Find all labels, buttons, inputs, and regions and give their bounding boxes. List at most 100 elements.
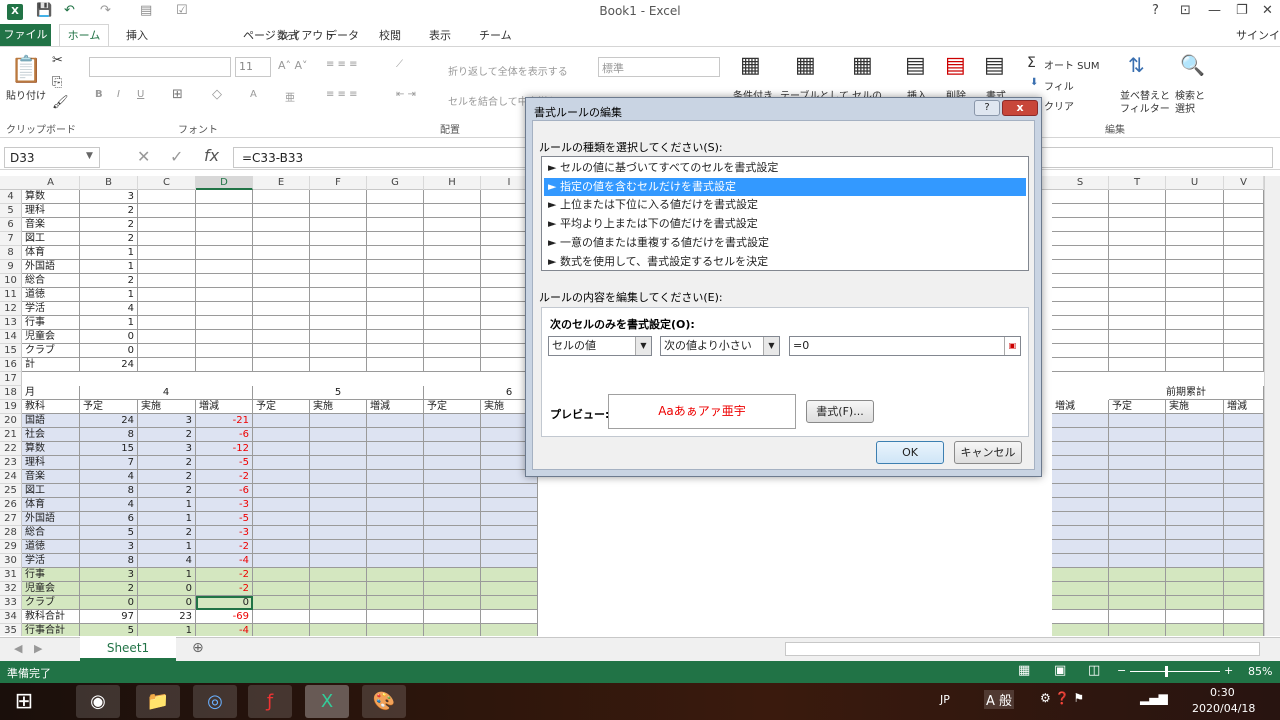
cell[interactable]: [1166, 358, 1224, 372]
row-header[interactable]: 35: [0, 624, 22, 636]
cell[interactable]: [1052, 624, 1109, 636]
column-header[interactable]: G: [367, 176, 424, 190]
cell[interactable]: [424, 288, 481, 302]
cell[interactable]: [310, 246, 367, 260]
cell[interactable]: [481, 540, 538, 554]
cell[interactable]: [310, 442, 367, 456]
row-header[interactable]: 24: [0, 470, 22, 484]
cell[interactable]: [310, 232, 367, 246]
cell[interactable]: [1224, 204, 1264, 218]
page-layout-view-icon[interactable]: ▣: [1054, 663, 1066, 678]
cell[interactable]: 0: [138, 582, 196, 596]
cell[interactable]: 増減: [196, 400, 253, 414]
row-header[interactable]: 31: [0, 568, 22, 582]
cell[interactable]: 5: [80, 624, 138, 636]
cell[interactable]: 2: [80, 582, 138, 596]
cell[interactable]: [1224, 540, 1264, 554]
column-header[interactable]: V: [1224, 176, 1264, 190]
cell[interactable]: [1109, 344, 1166, 358]
cell[interactable]: 総合: [22, 274, 80, 288]
cell[interactable]: [367, 582, 424, 596]
cell[interactable]: [1224, 232, 1264, 246]
cell[interactable]: [253, 512, 310, 526]
cell[interactable]: [1052, 190, 1109, 204]
align-top-icon[interactable]: ≡ ≡ ≡: [326, 59, 358, 70]
cell[interactable]: [1052, 414, 1109, 428]
clock-time[interactable]: 0:30: [1210, 686, 1235, 699]
cell[interactable]: 増減: [367, 400, 424, 414]
cell[interactable]: 4: [80, 498, 138, 512]
row-header[interactable]: 19: [0, 400, 22, 414]
cell[interactable]: [1166, 204, 1224, 218]
cell[interactable]: -69: [196, 610, 253, 624]
cell[interactable]: 6: [80, 512, 138, 526]
cell[interactable]: [1109, 554, 1166, 568]
cell[interactable]: -2: [196, 582, 253, 596]
font-color-icon[interactable]: A: [250, 89, 257, 100]
cell[interactable]: 0: [138, 596, 196, 610]
cell[interactable]: [424, 596, 481, 610]
row-header[interactable]: 11: [0, 288, 22, 302]
row-header[interactable]: 20: [0, 414, 22, 428]
cell[interactable]: [424, 610, 481, 624]
cell[interactable]: [424, 428, 481, 442]
cell[interactable]: 行事合計: [22, 624, 80, 636]
cell[interactable]: [424, 190, 481, 204]
cell[interactable]: [138, 302, 196, 316]
cell[interactable]: [1109, 582, 1166, 596]
cell[interactable]: 理科: [22, 204, 80, 218]
cell[interactable]: 2: [138, 428, 196, 442]
cell[interactable]: [1109, 470, 1166, 484]
cell[interactable]: [253, 554, 310, 568]
cell[interactable]: [310, 610, 367, 624]
cell[interactable]: [367, 540, 424, 554]
indent-icon[interactable]: ⇤ ⇥: [396, 89, 416, 100]
cell[interactable]: 学活: [22, 554, 80, 568]
format-cells-icon[interactable]: ▤: [984, 53, 1005, 78]
cell[interactable]: [1224, 596, 1264, 610]
cell[interactable]: [196, 246, 253, 260]
cell[interactable]: 1: [80, 288, 138, 302]
cell[interactable]: [424, 414, 481, 428]
cell[interactable]: [1166, 414, 1224, 428]
cell[interactable]: [138, 204, 196, 218]
cell-styles-icon[interactable]: ▦: [852, 53, 873, 78]
cell[interactable]: [1166, 526, 1224, 540]
cell[interactable]: 23: [138, 610, 196, 624]
cell[interactable]: [1052, 218, 1109, 232]
cell[interactable]: [1109, 498, 1166, 512]
zoom-out-icon[interactable]: −: [1117, 664, 1126, 677]
cell[interactable]: [196, 190, 253, 204]
cell[interactable]: [253, 358, 310, 372]
cell[interactable]: 2: [138, 526, 196, 540]
cell[interactable]: [138, 330, 196, 344]
ime-mode[interactable]: A 般: [984, 690, 1015, 709]
cell[interactable]: 教科合計: [22, 610, 80, 624]
cell[interactable]: [253, 498, 310, 512]
cell[interactable]: [1109, 568, 1166, 582]
tab-team[interactable]: チーム: [479, 27, 512, 43]
cell[interactable]: 4: [80, 386, 253, 400]
row-header[interactable]: 25: [0, 484, 22, 498]
cell[interactable]: [310, 288, 367, 302]
cell[interactable]: [367, 232, 424, 246]
row-header[interactable]: 26: [0, 498, 22, 512]
cell[interactable]: [138, 274, 196, 288]
cell[interactable]: 2: [80, 204, 138, 218]
cell[interactable]: [1052, 358, 1109, 372]
cell[interactable]: [196, 260, 253, 274]
cell[interactable]: [310, 568, 367, 582]
cell[interactable]: 2: [138, 456, 196, 470]
cell[interactable]: [1224, 288, 1264, 302]
cell[interactable]: [1224, 610, 1264, 624]
insert-cells-icon[interactable]: ▤: [905, 53, 926, 78]
cell[interactable]: 理科: [22, 456, 80, 470]
cell[interactable]: [1166, 232, 1224, 246]
cell[interactable]: [367, 344, 424, 358]
cell[interactable]: [424, 512, 481, 526]
row-header[interactable]: 10: [0, 274, 22, 288]
cell[interactable]: [1224, 316, 1264, 330]
cell[interactable]: 7: [80, 456, 138, 470]
tab-data[interactable]: データ: [326, 27, 359, 43]
minimize-icon[interactable]: —: [1208, 3, 1221, 18]
